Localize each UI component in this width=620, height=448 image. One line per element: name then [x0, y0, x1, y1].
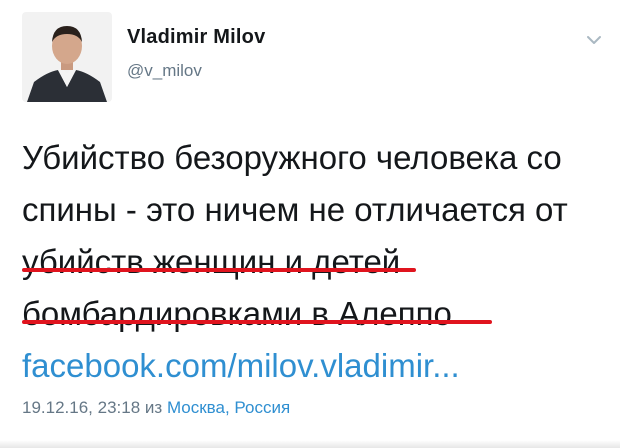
- author-handle[interactable]: @v_milov: [127, 61, 202, 81]
- from-word: из: [144, 398, 163, 417]
- author-display-name[interactable]: Vladimir Milov: [127, 26, 265, 49]
- tweet-location[interactable]: Москва, Россия: [167, 398, 290, 417]
- avatar[interactable]: [22, 12, 112, 102]
- tweet-meta: 19.12.16, 23:18 из Москва, Россия: [22, 398, 290, 418]
- tweet-line-underlined: убийств женщин и детей: [22, 243, 401, 280]
- chevron-down-icon[interactable]: [584, 30, 604, 50]
- tweet-line: спины - это ничем не отличается от: [22, 191, 568, 228]
- tweet-link[interactable]: facebook.com/milov.vladimir...: [22, 340, 612, 392]
- tweet-text: Убийство безоружного человека со спины -…: [22, 132, 612, 392]
- red-underline: [22, 320, 492, 324]
- red-underline: [22, 268, 416, 272]
- tweet-timestamp[interactable]: 19.12.16, 23:18: [22, 398, 140, 417]
- tweet-line-underlined: бомбардировками в Алеппо: [22, 295, 452, 332]
- card-bottom-edge: [0, 440, 620, 448]
- tweet-line: Убийство безоружного человека со: [22, 139, 562, 176]
- tweet-card: Vladimir Milov @v_milov Убийство безоруж…: [0, 0, 620, 448]
